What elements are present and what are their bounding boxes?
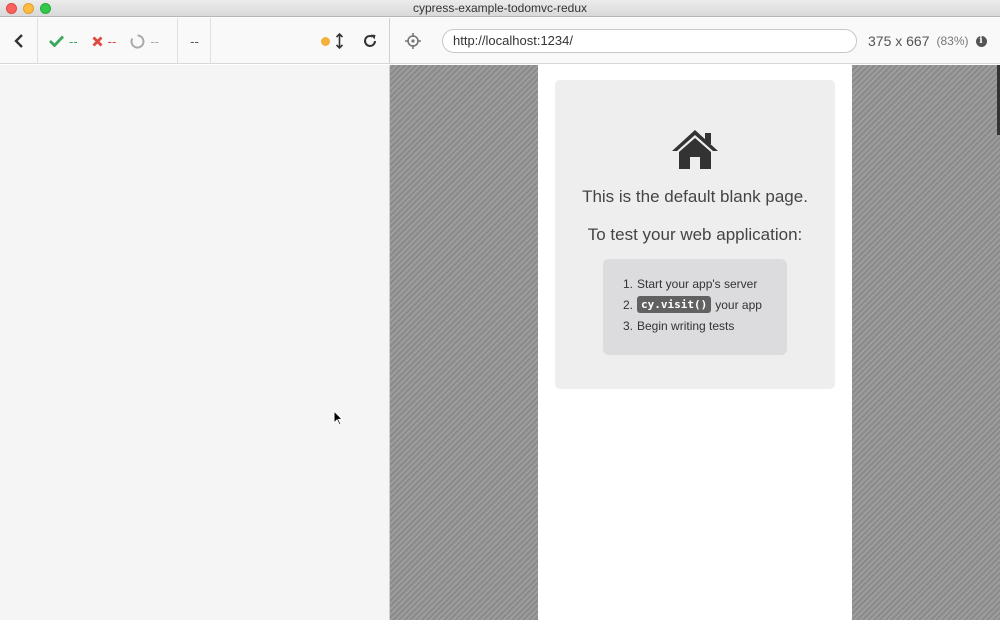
window-titlebar: cypress-example-todomvc-redux bbox=[0, 0, 1000, 17]
runner-stage: This is the default blank page. To test … bbox=[390, 65, 1000, 620]
circle-notch-icon bbox=[130, 34, 145, 48]
window-maximize-button[interactable] bbox=[40, 3, 51, 14]
info-icon[interactable]: i bbox=[975, 35, 987, 47]
reporter-body bbox=[0, 65, 390, 620]
window-close-button[interactable] bbox=[6, 3, 17, 14]
passed-count: -- bbox=[69, 33, 78, 49]
steps-list: 1. Start your app's server 2. cy.visit()… bbox=[603, 259, 787, 355]
list-item: 3. Begin writing tests bbox=[623, 318, 735, 333]
refresh-icon bbox=[364, 34, 376, 47]
default-blank-page-card: This is the default blank page. To test … bbox=[555, 80, 835, 389]
arrows-vertical-icon bbox=[336, 33, 343, 49]
rerun-button[interactable] bbox=[356, 18, 384, 64]
list-item: 2. cy.visit() your app bbox=[623, 296, 762, 313]
list-item: 1. Start your app's server bbox=[623, 276, 758, 291]
viewport-scale: (83%) bbox=[936, 34, 969, 48]
failed-stat[interactable]: -- bbox=[92, 33, 117, 49]
blank-page-subtitle: To test your web application: bbox=[587, 225, 803, 244]
status-dot-icon bbox=[321, 36, 330, 46]
viewport-size: 375 x 667 bbox=[868, 33, 930, 49]
check-icon bbox=[49, 35, 64, 47]
blank-page-title: This is the default blank page. bbox=[582, 187, 808, 206]
passed-stat[interactable]: -- bbox=[49, 34, 78, 49]
reporter-header: -- -- -- -- bbox=[0, 18, 390, 64]
crosshairs-icon bbox=[405, 33, 421, 49]
run-duration: -- bbox=[179, 18, 211, 64]
selector-playground-button[interactable] bbox=[402, 30, 424, 52]
app-under-test-frame: This is the default blank page. To test … bbox=[538, 65, 852, 620]
window-title: cypress-example-todomvc-redux bbox=[412, 1, 588, 15]
home-icon bbox=[672, 130, 718, 169]
pending-count: -- bbox=[150, 33, 160, 49]
test-stats: -- -- -- bbox=[39, 18, 178, 64]
window-minimize-button[interactable] bbox=[23, 3, 34, 14]
chevron-left-icon bbox=[13, 34, 23, 48]
x-icon bbox=[92, 36, 103, 46]
runner-header: http://localhost:1234/ 375 x 667 (83%) i bbox=[390, 18, 1000, 64]
pending-stat[interactable]: -- bbox=[130, 34, 159, 49]
code-snippet: cy.visit() bbox=[637, 296, 712, 313]
url-bar[interactable]: http://localhost:1234/ bbox=[442, 29, 857, 53]
failed-count: -- bbox=[107, 33, 117, 49]
auto-scroll-toggle[interactable] bbox=[312, 18, 352, 64]
mouse-cursor-icon bbox=[333, 410, 343, 426]
back-to-specs-button[interactable] bbox=[0, 18, 38, 64]
viewport-info[interactable]: 375 x 667 (83%) i bbox=[868, 18, 987, 64]
